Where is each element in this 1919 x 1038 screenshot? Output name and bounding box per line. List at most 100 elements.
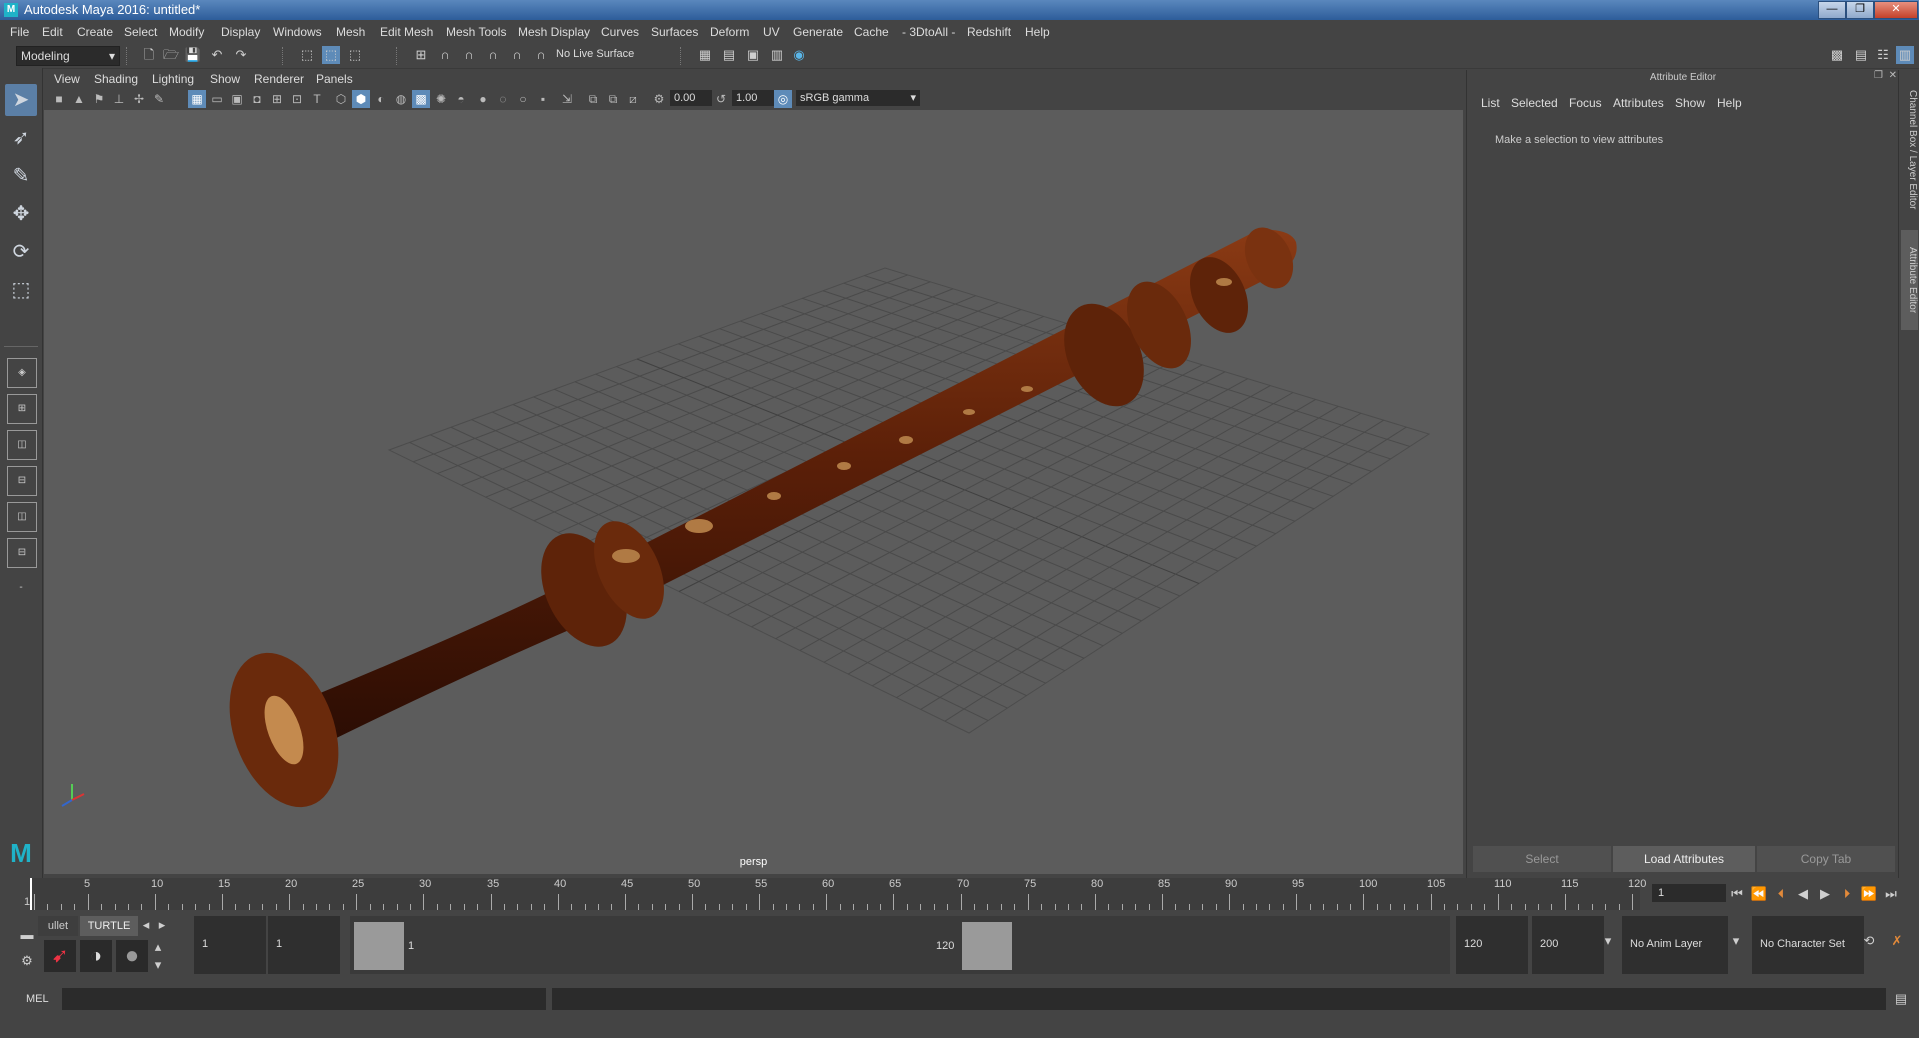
menu-create[interactable]: Create [77, 25, 113, 39]
2d-pan-zoom-icon[interactable]: ✢ [130, 90, 148, 108]
smooth-shade-icon[interactable]: ⬢ [352, 90, 370, 108]
render-globals-icon[interactable]: ▥ [768, 46, 786, 64]
color-space-dropdown[interactable]: sRGB gamma ▾ [796, 90, 920, 106]
menu-mesh-tools[interactable]: Mesh Tools [446, 25, 506, 39]
single-pane-layout-icon[interactable]: ◈ [7, 358, 37, 388]
camera-select-icon[interactable]: ■ [50, 90, 68, 108]
range-bar-track[interactable] [350, 916, 1450, 974]
turtle-bake-icon[interactable]: ◑ [80, 940, 112, 972]
motion-blur-icon[interactable]: ◌ [494, 90, 512, 108]
ipr-render-icon[interactable]: ▣ [744, 46, 762, 64]
ae-menu-selected[interactable]: Selected [1511, 96, 1558, 110]
vp-menu-renderer[interactable]: Renderer [254, 72, 304, 86]
menu-file[interactable]: File [10, 25, 29, 39]
copy-tab-button[interactable]: Copy Tab [1757, 846, 1895, 872]
snap-grid-icon[interactable]: ⊞ [412, 46, 430, 64]
persp-graph-layout-icon[interactable]: ◫ [7, 502, 37, 532]
gamma-icon[interactable]: ↺ [712, 90, 730, 108]
paint-select-tool-icon[interactable]: ✎ [5, 160, 37, 192]
load-attributes-button[interactable]: Load Attributes [1613, 846, 1755, 872]
menu-deform[interactable]: Deform [710, 25, 749, 39]
select-object-icon[interactable]: ⬚ [322, 46, 340, 64]
rotate-tool-icon[interactable]: ⟳ [5, 236, 37, 268]
hypershade-layout-icon[interactable]: ⊟ [7, 538, 37, 568]
gamma-field[interactable]: 1.00 [732, 90, 774, 106]
step-back-frame-icon[interactable]: ⏴ [1772, 885, 1790, 903]
persp-outliner-layout-icon[interactable]: ⊟ [7, 466, 37, 496]
channel-box-tab[interactable]: Channel Box / Layer Editor [1901, 80, 1918, 220]
play-forward-icon[interactable]: ▶ [1816, 885, 1834, 903]
menu-redshift[interactable]: Redshift [967, 25, 1011, 39]
start-time-field[interactable]: 1 [194, 916, 266, 974]
render-view-icon[interactable]: ▤ [720, 46, 738, 64]
shelf-prev-icon[interactable]: ◂ [140, 916, 152, 934]
ae-menu-focus[interactable]: Focus [1569, 96, 1602, 110]
menu-display[interactable]: Display [221, 25, 260, 39]
shelf-scroll-down-icon[interactable]: ▾ [152, 956, 164, 974]
depth-of-field-icon[interactable]: ▪ [534, 90, 552, 108]
hypershade-icon[interactable]: ◉ [790, 46, 808, 64]
image-plane-icon[interactable]: ⊥ [110, 90, 128, 108]
maximize-button[interactable]: ❐ [1846, 1, 1874, 19]
select-component-icon[interactable]: ⬚ [346, 46, 364, 64]
xray-icon[interactable]: ⧉ [584, 90, 602, 108]
redo-icon[interactable]: ↷ [232, 46, 250, 64]
wireframe-icon[interactable]: ⬡ [332, 90, 350, 108]
select-tool-icon[interactable]: ➤ [5, 84, 37, 116]
four-pane-layout-icon[interactable]: ⊞ [7, 394, 37, 424]
go-to-end-icon[interactable]: ⏭ [1882, 885, 1900, 903]
field-chart-icon[interactable]: ⊞ [268, 90, 286, 108]
vp-menu-lighting[interactable]: Lighting [152, 72, 194, 86]
menu-3dtoall[interactable]: - 3DtoAll - [902, 25, 955, 39]
ae-menu-list[interactable]: List [1481, 96, 1500, 110]
save-scene-icon[interactable]: 💾 [184, 46, 202, 64]
outliner-icon[interactable]: ☷ [1874, 46, 1892, 64]
xray-joints-icon[interactable]: ⧉ [604, 90, 622, 108]
menu-generate[interactable]: Generate [793, 25, 843, 39]
mode-dropdown[interactable]: Modeling ▾ [16, 46, 120, 66]
menu-modify[interactable]: Modify [169, 25, 204, 39]
current-time-marker[interactable] [30, 878, 32, 910]
range-start-handle[interactable] [354, 922, 404, 970]
script-language-label[interactable]: MEL [26, 993, 49, 1005]
anti-aliasing-icon[interactable]: ○ [514, 90, 532, 108]
more-layouts-icon[interactable]: - [7, 574, 35, 602]
textured-icon[interactable]: ▩ [412, 90, 430, 108]
chevron-down-icon[interactable]: ▾ [1602, 932, 1614, 950]
go-to-start-icon[interactable]: ⏮ [1728, 885, 1746, 903]
current-frame-field[interactable]: 1 [1652, 884, 1726, 902]
grid-toggle-icon[interactable]: ▦ [188, 90, 206, 108]
animation-preferences-icon[interactable]: ✗ [1888, 932, 1906, 950]
exposure-icon[interactable]: ⚙ [650, 90, 668, 108]
render-settings-icon[interactable]: ▦ [696, 46, 714, 64]
close-panel-icon[interactable]: ✕ [1889, 70, 1897, 81]
menu-surfaces[interactable]: Surfaces [651, 25, 698, 39]
menu-edit-mesh[interactable]: Edit Mesh [380, 25, 433, 39]
snap-live-icon[interactable]: ∩ [532, 46, 550, 64]
playback-end-field[interactable]: 120 [1456, 916, 1528, 974]
menu-help[interactable]: Help [1025, 25, 1050, 39]
gate-mask-icon[interactable]: ◘ [248, 90, 266, 108]
select-button[interactable]: Select [1473, 846, 1611, 872]
snap-surface-icon[interactable]: ∩ [508, 46, 526, 64]
vp-menu-view[interactable]: View [54, 72, 80, 86]
shelf-tab-bullet[interactable]: ullet [38, 916, 78, 936]
range-end-handle[interactable] [962, 922, 1012, 970]
select-hierarchy-icon[interactable]: ⬚ [298, 46, 316, 64]
camera-attributes-icon[interactable]: ▲ [70, 90, 88, 108]
time-slider[interactable]: 1 5 10 15 20 25 30 35 40 45 50 55 60 65 70 75 80 85 90 95 10… [0, 878, 1919, 910]
end-time-field[interactable]: 200 [1532, 916, 1604, 974]
timeline-ruler[interactable]: 1 5 10 15 20 25 30 35 40 45 50 55 60 65 70 75 80 85 90 95 10… [24, 878, 1646, 910]
modeling-toolkit-icon[interactable]: ▩ [1828, 46, 1846, 64]
undo-icon[interactable]: ↶ [208, 46, 226, 64]
step-forward-key-icon[interactable]: ⏩ [1860, 885, 1878, 903]
attribute-editor-tab[interactable]: Attribute Editor [1901, 230, 1918, 330]
bookmark-icon[interactable]: ⚑ [90, 90, 108, 108]
chevron-down-icon[interactable]: ▾ [1730, 932, 1742, 950]
menu-edit[interactable]: Edit [42, 25, 63, 39]
menu-uv[interactable]: UV [763, 25, 780, 39]
ae-menu-show[interactable]: Show [1675, 96, 1705, 110]
ae-menu-help[interactable]: Help [1717, 96, 1742, 110]
vp-menu-panels[interactable]: Panels [316, 72, 353, 86]
menu-cache[interactable]: Cache [854, 25, 889, 39]
